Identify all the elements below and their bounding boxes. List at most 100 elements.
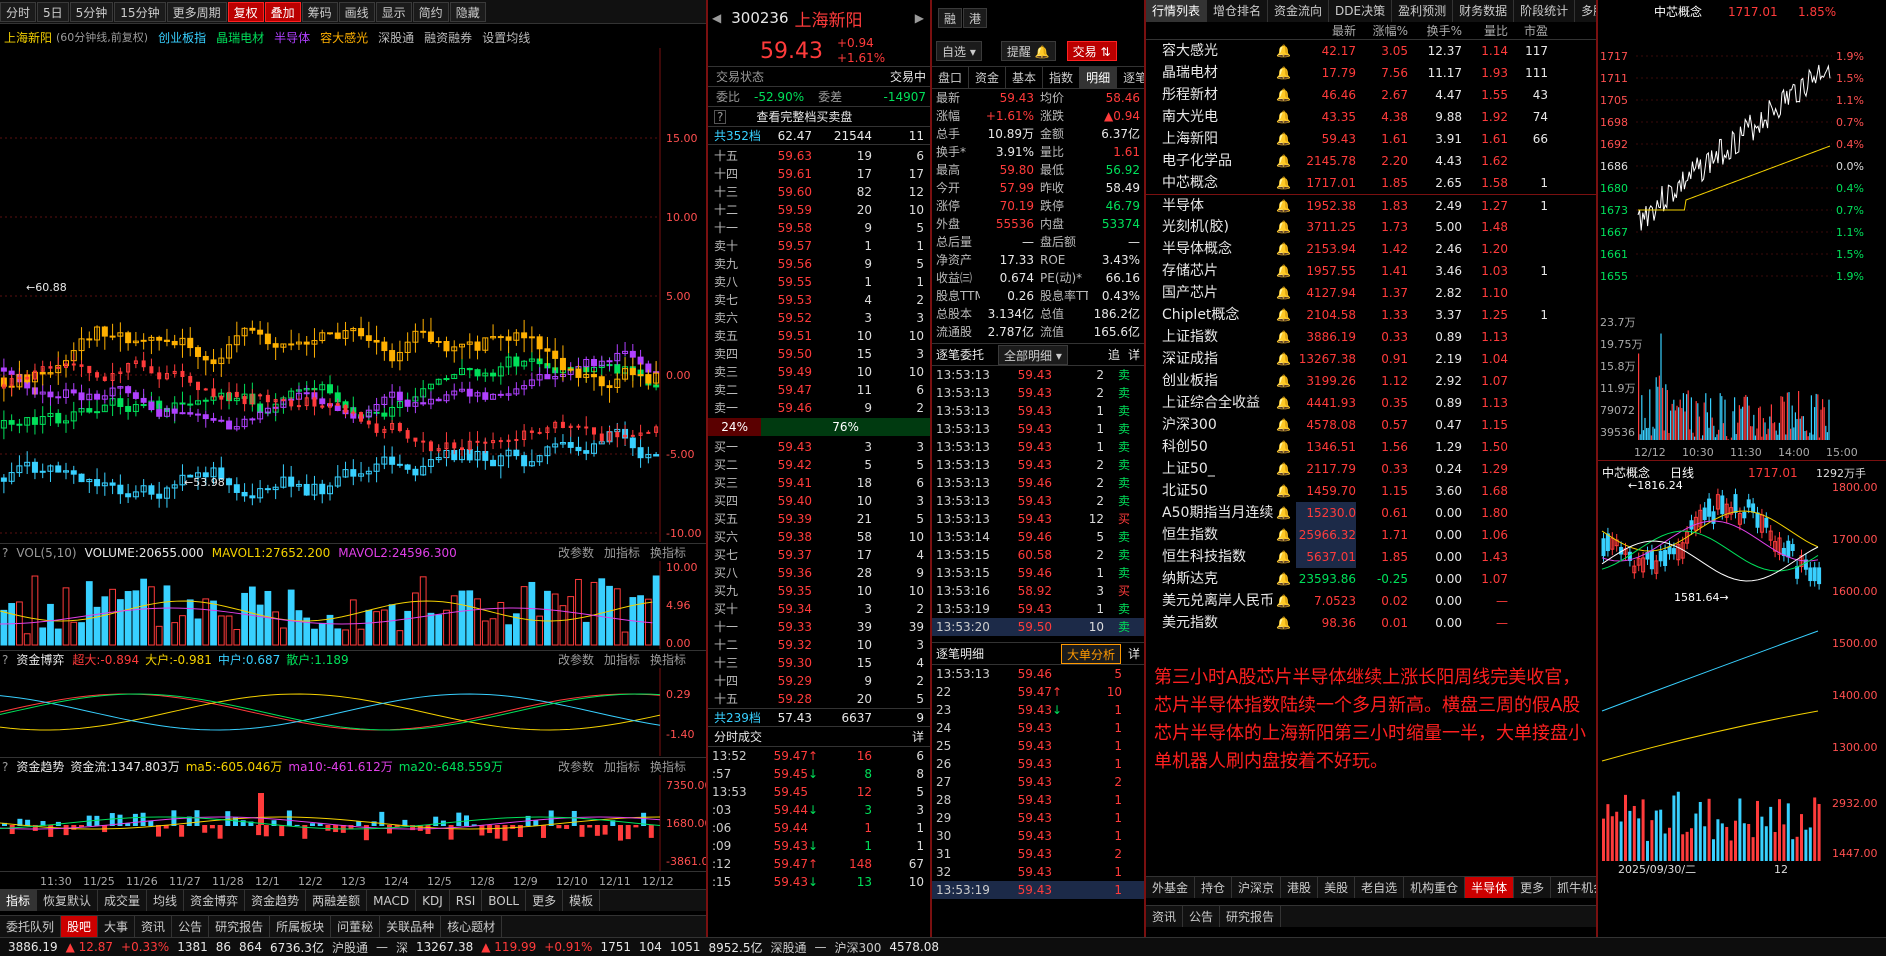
- mini-intraday-chart[interactable]: 中芯概念 1717.01 1.85% 1717 1.9% 1711 1.5% 1705 1.1%…: [1598, 0, 1886, 460]
- buys-row[interactable]: 买二 59.42 5 5: [708, 456, 930, 474]
- indtabs-tab-11[interactable]: 更多: [526, 890, 564, 911]
- sells-row[interactable]: 卖九 59.56 9 5: [708, 255, 930, 273]
- zbwt-filter[interactable]: 全部明细 ▾: [998, 344, 1068, 365]
- list-row[interactable]: 科创50 🔔 1346.51 1.56 1.29 1.50: [1146, 436, 1596, 458]
- list-row[interactable]: 电子化学品 🔔 2145.78 2.20 4.43 1.62: [1146, 150, 1596, 172]
- bottabs-tab-6[interactable]: 所属板块: [270, 916, 332, 937]
- list-row[interactable]: 上证指数 🔔 3886.19 0.33 0.89 1.13: [1146, 326, 1596, 348]
- buys-row[interactable]: 十三 59.30 15 4: [708, 654, 930, 672]
- trade-button[interactable]: 交易 ⇅: [1066, 41, 1117, 61]
- buys-row[interactable]: 十五 59.28 20 5: [708, 690, 930, 708]
- listbot-tab-3[interactable]: 港股: [1281, 877, 1319, 898]
- listtabs-tab-3[interactable]: DDE决策: [1329, 0, 1393, 22]
- list-row[interactable]: 深证成指 🔔 13267.38 0.91 2.19 1.04: [1146, 348, 1596, 370]
- bottabs-tab-1[interactable]: 股吧: [61, 916, 99, 937]
- toolbar-3[interactable]: 15分钟: [114, 1, 166, 22]
- list-row[interactable]: 半导体 🔔 1952.38 1.83 2.49 1.27 1: [1146, 194, 1596, 216]
- sells-row[interactable]: 十二 59.59 20 10: [708, 201, 930, 219]
- listbot-tab-1[interactable]: 持仓: [1195, 877, 1233, 898]
- list-row[interactable]: 存储芯片 🔔 1957.55 1.41 3.46 1.03 1: [1146, 260, 1596, 282]
- sells-row[interactable]: 卖十 59.57 1 1: [708, 237, 930, 255]
- indtabs-tab-2[interactable]: 成交量: [98, 890, 148, 911]
- listtabs-tab-6[interactable]: 阶段统计: [1514, 0, 1576, 22]
- alert-button[interactable]: 提醒 🔔: [1000, 41, 1056, 61]
- sells-row[interactable]: 十三 59.60 82 12: [708, 183, 930, 201]
- list-row[interactable]: 上证50_ 🔔 2117.79 0.33 0.24 1.29: [1146, 458, 1596, 480]
- list-row[interactable]: 中芯概念 🔔 1717.01 1.85 2.65 1.58 1: [1146, 172, 1596, 194]
- overlay-0[interactable]: 创业板指: [158, 31, 206, 45]
- list-row[interactable]: Chiplet概念 🔔 2104.58 1.33 3.37 1.25 1: [1146, 304, 1596, 326]
- list-row[interactable]: 美元指数 🔔 98.36 0.01 0.00—: [1146, 612, 1596, 634]
- list-row[interactable]: 南大光电 🔔 43.35 4.38 9.88 1.92 74: [1146, 106, 1596, 128]
- zbmx-more-button[interactable]: 详: [1128, 645, 1140, 662]
- list-head-4[interactable]: 市盈: [1508, 22, 1548, 39]
- buys-row[interactable]: 买五 59.39 21 5: [708, 510, 930, 528]
- toolbar-4[interactable]: 更多周期: [166, 1, 227, 22]
- kline-chart[interactable]: 15.00 10.00 5.00 0.00 -5.00 -10.00 ←60.88 ←53.9…: [0, 48, 706, 542]
- listbot-tab-4[interactable]: 美股: [1318, 877, 1356, 898]
- panel-tool-1-2[interactable]: 换指标: [650, 653, 686, 667]
- overlay-6[interactable]: 设置均线: [482, 31, 530, 45]
- toolbar-2[interactable]: 5分钟: [69, 1, 114, 22]
- sells-row[interactable]: 卖八 59.55 1 1: [708, 273, 930, 291]
- list-row[interactable]: 创业板指 🔔 3199.26 1.12 2.92 1.07: [1146, 370, 1596, 392]
- zbwt-more-button[interactable]: 详: [1128, 346, 1140, 363]
- zbwt-follow-button[interactable]: 追: [1108, 346, 1120, 363]
- list-row[interactable]: 北证50 🔔 1459.70 1.15 3.60 1.68: [1146, 480, 1596, 502]
- sells-row[interactable]: 卖三 59.49 10 10: [708, 363, 930, 381]
- toolbar-11[interactable]: 隐藏: [449, 1, 486, 22]
- panel-tool-2-1[interactable]: 加指标: [604, 760, 640, 774]
- list-row[interactable]: 半导体概念 🔔 2153.94 1.42 2.46 1.20: [1146, 238, 1596, 260]
- f2tabs-tab-1[interactable]: 公告: [1183, 906, 1221, 927]
- f2tabs-tab-0[interactable]: 资讯: [1146, 906, 1184, 927]
- qtabs-tab-1[interactable]: 资金: [969, 67, 1007, 88]
- sells-row[interactable]: 十四 59.61 17 17: [708, 165, 930, 183]
- qtabs-tab-5[interactable]: 逐笔: [1117, 67, 1144, 88]
- indtabs-tab-1[interactable]: 恢复默认: [37, 890, 99, 911]
- list-row[interactable]: 国产芯片 🔔 4127.94 1.37 2.82 1.10: [1146, 282, 1596, 304]
- overlay-2[interactable]: 半导体: [274, 31, 310, 45]
- indtabs-tab-3[interactable]: 均线: [147, 890, 185, 911]
- fund-chart[interactable]: 0.29 -1.40: [0, 668, 706, 756]
- qtabs-tab-4[interactable]: 明细: [1080, 67, 1118, 88]
- buys-row[interactable]: 买一 59.43 3 3: [708, 438, 930, 456]
- bottabs-tab-2[interactable]: 大事: [98, 916, 136, 937]
- sells-row[interactable]: 卖一 59.46 9 2: [708, 399, 930, 417]
- list-row[interactable]: A50期指当月连续 🔔 15230.0 0.61 0.00 1.80: [1146, 502, 1596, 524]
- list-row[interactable]: 纳斯达克 🔔 23593.86 -0.25 0.00 1.07: [1146, 568, 1596, 590]
- indtabs-tab-10[interactable]: BOLL: [482, 890, 527, 911]
- f2tabs-tab-2[interactable]: 研究报告: [1220, 906, 1282, 927]
- buys-row[interactable]: 买六 59.38 58 10: [708, 528, 930, 546]
- panel-tool-0-0[interactable]: 改参数: [558, 546, 594, 560]
- buys-row[interactable]: 买九 59.35 10 10: [708, 582, 930, 600]
- big-order-analysis-button[interactable]: 大单分析: [1060, 643, 1121, 664]
- listtabs-tab-0[interactable]: 行情列表: [1146, 0, 1208, 22]
- next-stock-icon[interactable]: ▶: [915, 11, 924, 25]
- toolbar-7[interactable]: 筹码: [301, 1, 338, 22]
- bottabs-tab-9[interactable]: 核心题材: [441, 916, 503, 937]
- listbot-tab-6[interactable]: 机构重仓: [1404, 877, 1466, 898]
- indtabs-tab-9[interactable]: RSI: [450, 890, 483, 911]
- bottabs-tab-5[interactable]: 研究报告: [209, 916, 271, 937]
- panel-tool-0-2[interactable]: 换指标: [650, 546, 686, 560]
- toolbar-8[interactable]: 画线: [338, 1, 375, 22]
- list-head-1[interactable]: 涨幅%: [1356, 22, 1408, 39]
- sells-row[interactable]: 卖四 59.50 15 3: [708, 345, 930, 363]
- indtabs-tab-12[interactable]: 模板: [563, 890, 601, 911]
- qtabs-tab-2[interactable]: 基本: [1006, 67, 1044, 88]
- overlay-3[interactable]: 容大感光: [320, 31, 368, 45]
- overlay-1[interactable]: 晶瑞电材: [216, 31, 264, 45]
- indtabs-tab-4[interactable]: 资金博弈: [184, 890, 246, 911]
- listtabs-tab-4[interactable]: 盈利预测: [1392, 0, 1454, 22]
- buys-row[interactable]: 买七 59.37 17 4: [708, 546, 930, 564]
- list-row[interactable]: 晶瑞电材 🔔 17.79 7.56 11.17 1.93 111: [1146, 62, 1596, 84]
- list-row[interactable]: 恒生指数 🔔 25966.32 1.71 0.00 1.06: [1146, 524, 1596, 546]
- toolbar-6[interactable]: 叠加: [264, 1, 301, 22]
- panel-tool-1-1[interactable]: 加指标: [604, 653, 640, 667]
- indtabs-tab-0[interactable]: 指标: [0, 890, 38, 911]
- buys-row[interactable]: 十二 59.32 10 3: [708, 636, 930, 654]
- fenshi-more-button[interactable]: 详: [912, 728, 924, 745]
- watchlist-button[interactable]: 自选 ▾: [936, 41, 982, 61]
- listbot-tab-0[interactable]: 外基金: [1146, 877, 1196, 898]
- buys-row[interactable]: 十四 59.29 9 2: [708, 672, 930, 690]
